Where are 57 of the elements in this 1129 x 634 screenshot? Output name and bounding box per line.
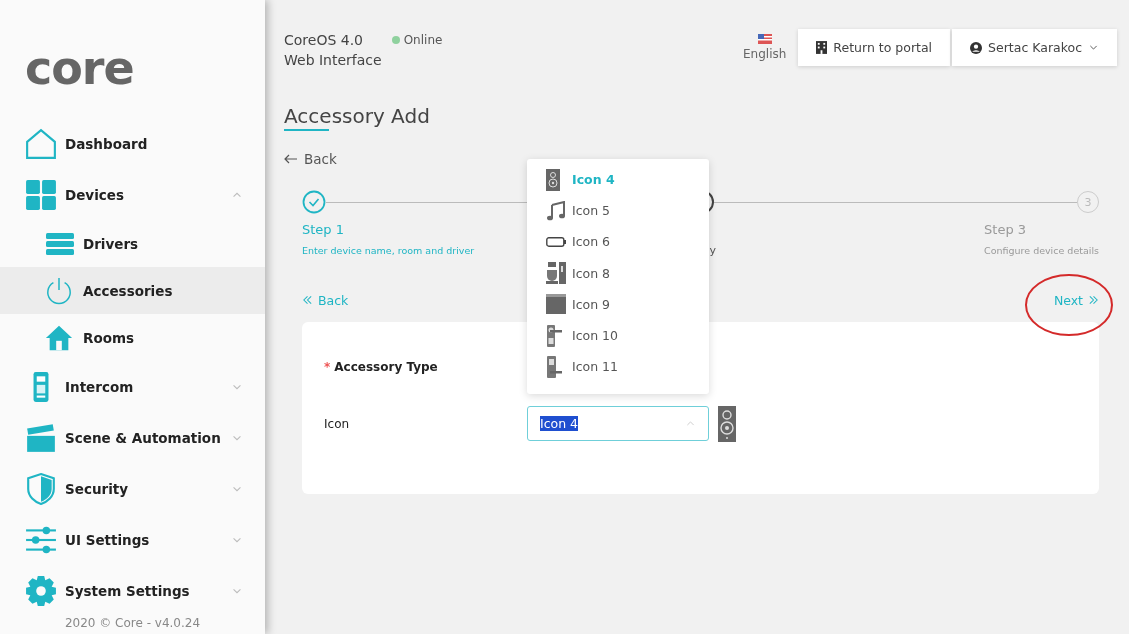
status-text: Online [403, 33, 443, 47]
double-chevron-right-icon [1088, 295, 1099, 305]
battery-icon [546, 236, 566, 247]
step-title: Step 3 [984, 221, 1027, 239]
nav-item[interactable]: UI Settings [0, 514, 265, 565]
clapperboard-icon [25, 421, 57, 454]
nav-subitem[interactable]: Accessories [0, 267, 265, 314]
nav-item[interactable]: Devices [0, 169, 265, 220]
server-stack-icon [45, 231, 75, 256]
language-selector[interactable]: English [743, 34, 787, 61]
settings-icon [25, 574, 57, 607]
product-subtitle: Web Interface [284, 51, 382, 70]
house-icon [45, 323, 73, 352]
nav-subitem[interactable]: Drivers [0, 220, 265, 267]
nav-item[interactable]: System Settings [0, 565, 265, 616]
field-label: Icon [324, 416, 350, 431]
footer-text: 2020 © Core - v4.0.24 [63, 616, 202, 630]
coffee-machine-icon [546, 262, 566, 285]
door-lock-icon [546, 324, 562, 347]
nav-item[interactable]: Intercom [0, 361, 265, 412]
nav-item[interactable]: Scene & Automation [0, 412, 265, 463]
flag-icon [757, 34, 772, 44]
door-handle-icon [546, 355, 562, 378]
back-link[interactable]: Back [284, 151, 337, 167]
user-menu-button[interactable]: Sertac Karakoc [952, 29, 1117, 66]
nav-item[interactable]: Dashboard [0, 118, 265, 169]
dropdown-option[interactable]: Icon 8 [527, 257, 709, 289]
dropdown-option[interactable]: Icon 10 [527, 319, 709, 352]
step-description: y [709, 243, 717, 259]
music-note-icon [546, 200, 566, 221]
dropdown-option[interactable]: Icon 6 [527, 226, 709, 258]
building-icon [816, 41, 828, 54]
nav-subitem[interactable]: Rooms [0, 314, 265, 361]
icon-select[interactable]: Icon 4 [527, 406, 709, 441]
field-label: Accessory Type [334, 359, 438, 374]
dropdown-option[interactable]: Icon 11 [527, 351, 709, 383]
double-chevron-left-icon [302, 295, 313, 305]
status-dot [391, 36, 400, 44]
dropdown-option[interactable]: Icon 9 [527, 288, 709, 320]
nav-item[interactable]: Security [0, 463, 265, 514]
return-to-portal-button[interactable]: Return to portal [798, 29, 951, 66]
logo: core [25, 40, 134, 97]
grid-icon [25, 178, 57, 211]
shield-icon [25, 472, 57, 505]
speaker-icon [718, 405, 736, 442]
product-name: CoreOS 4.0 [284, 31, 365, 50]
user-avatar-icon [970, 41, 983, 54]
step-description: Configure device details [984, 244, 1099, 258]
step-description: Enter device name, room and driver [302, 244, 475, 258]
power-icon [45, 276, 73, 305]
step-title: Step 1 [302, 221, 345, 239]
dropdown-option[interactable]: Icon 5 [527, 195, 709, 227]
speaker-icon [546, 168, 560, 191]
oven-icon [546, 294, 566, 315]
arrow-left-icon [284, 154, 298, 164]
house-outline-icon [25, 127, 57, 160]
required-asterisk: * [324, 359, 331, 374]
